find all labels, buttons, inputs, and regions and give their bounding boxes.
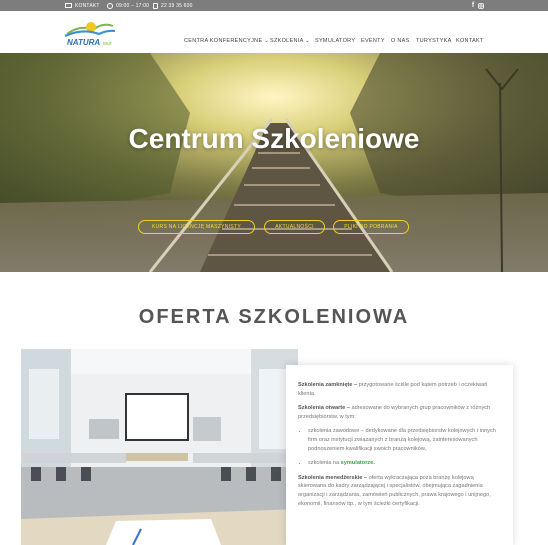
clock-icon: [107, 2, 113, 9]
phone-info[interactable]: 22 39 35 600: [153, 0, 193, 11]
nav-eventy[interactable]: EVENTY: [361, 38, 385, 44]
nav-turystyka[interactable]: TURYSTYKA: [416, 38, 452, 44]
open-training-list: szkolenia zawodowe – dedykowane dla prze…: [298, 427, 501, 467]
training-room-photo: [21, 349, 298, 545]
top-bar: KONTAKT 09:00 – 17:00 22 39 35 600 f: [0, 0, 548, 11]
open-training-paragraph: Szkolenia otwarte – adresowane do wybran…: [298, 405, 491, 420]
hero-banner: Centrum Szkoleniowe KURS NA LICENCJĘ MAS…: [0, 53, 548, 272]
nav-szkolenia[interactable]: SZKOLENIA ⌄: [270, 38, 310, 44]
svg-text:NATURA: NATURA: [67, 38, 100, 47]
pliki-do-pobrania-button[interactable]: PLIKI DO POBRANIA: [333, 220, 409, 234]
closed-training-paragraph: Szkolenia zamknięte – przygotowane ściśl…: [298, 382, 488, 397]
management-training-paragraph: Szkolenia menedżerskie – oferta wykracza…: [298, 474, 491, 507]
contact-label[interactable]: KONTAKT: [75, 3, 100, 9]
list-item: szkolenia zawodowe – dedykowane dla prze…: [308, 427, 501, 453]
facebook-icon[interactable]: f: [470, 1, 476, 10]
instagram-icon[interactable]: [477, 1, 485, 10]
hero-title: Centrum Szkoleniowe: [128, 123, 420, 154]
offer-description-card: Szkolenia zamknięte – przygotowane ściśl…: [286, 365, 513, 545]
nav-centra-konferencyjne[interactable]: CENTRA KONFERENCYJNE ⌄: [184, 38, 269, 44]
site-header: NATURA tour CENTRA KONFERENCYJNE ⌄ SZKOL…: [0, 11, 548, 53]
mail-icon: [65, 3, 72, 8]
nav-kontakt[interactable]: KONTAKT: [456, 38, 484, 44]
phone-text[interactable]: 22 39 35 600: [161, 3, 193, 9]
svg-text:tour: tour: [103, 41, 112, 47]
offer-section-title: OFERTA SZKOLENIOWA: [138, 306, 410, 328]
hours-text: 09:00 – 17:00: [116, 2, 150, 9]
railway-hero-image: [0, 53, 548, 272]
aktualnosci-button[interactable]: AKTUALNOŚCI: [264, 220, 325, 234]
contact-link[interactable]: KONTAKT: [65, 0, 100, 11]
hours-info: 09:00 – 17:00: [107, 0, 149, 11]
phone-icon: [153, 2, 158, 9]
natura-tour-logo[interactable]: NATURA tour: [63, 18, 117, 48]
symulator-link[interactable]: symulatorze.: [341, 460, 375, 466]
licencja-maszynisty-button[interactable]: KURS NA LICENCJĘ MASZYNISTY: [138, 220, 255, 234]
nav-symulatory[interactable]: SYMULATORY: [315, 38, 355, 44]
list-item: szkolenia na symulatorze.: [308, 459, 501, 468]
nav-o-nas[interactable]: O NAS: [391, 38, 410, 44]
